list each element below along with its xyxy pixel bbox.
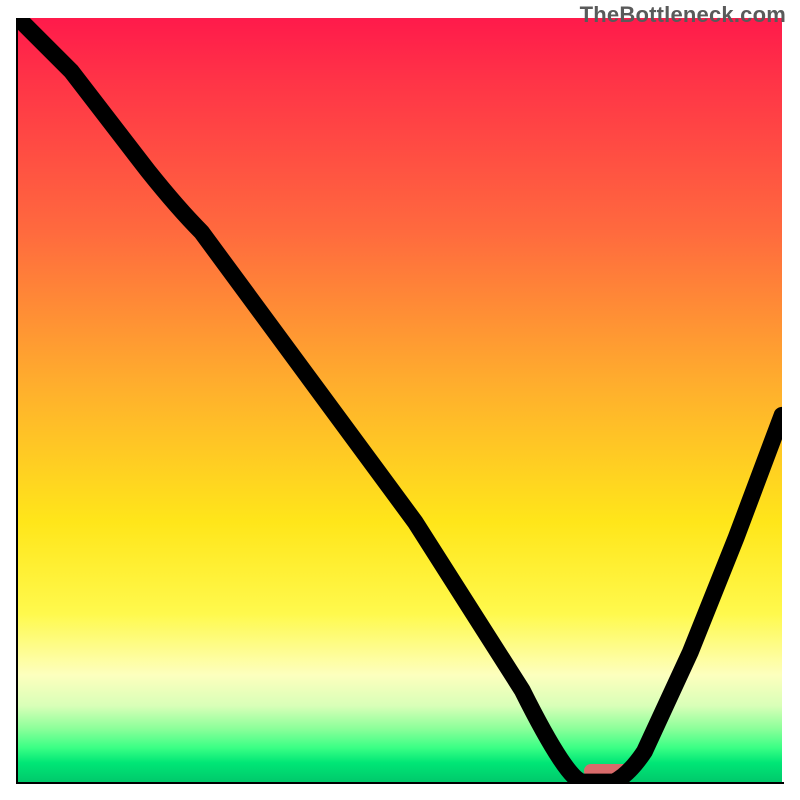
- bottleneck-chart: TheBottleneck.com: [0, 0, 800, 800]
- x-axis-line: [16, 782, 784, 784]
- plot-area: [18, 18, 782, 782]
- bottleneck-curve-path: [18, 18, 782, 782]
- watermark-text: TheBottleneck.com: [580, 2, 786, 28]
- curve-svg: [18, 18, 782, 782]
